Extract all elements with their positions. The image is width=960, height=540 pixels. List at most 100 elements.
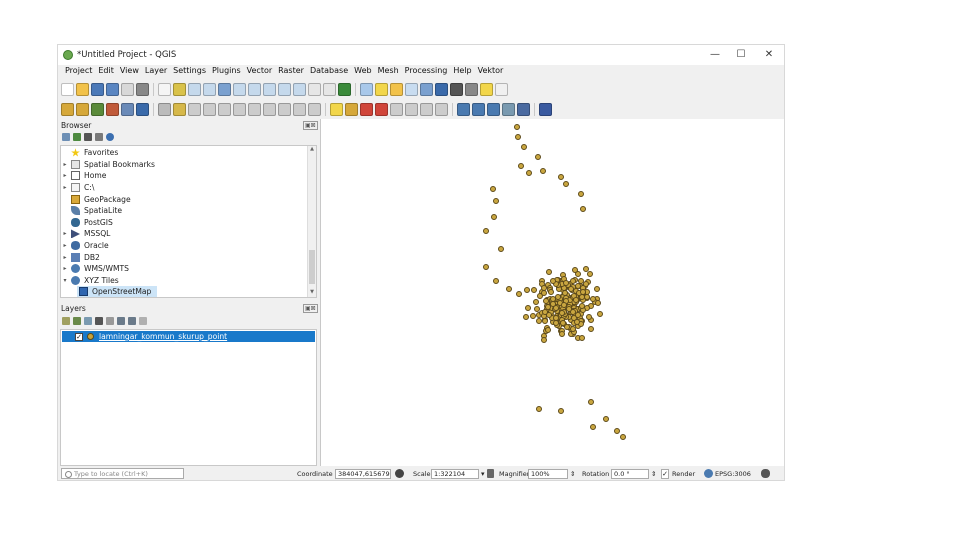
delete-selected-icon[interactable] [233,102,246,116]
tree-item-xyz-tiles[interactable]: ▾ XYZ Tiles [61,275,119,287]
copy-icon[interactable] [263,102,276,116]
refresh-icon[interactable] [73,133,81,141]
layer-visibility-checkbox[interactable]: ✓ [75,332,83,341]
menu-raster[interactable]: Raster [275,65,307,78]
current-edits-icon[interactable] [158,102,171,116]
annotation-icon[interactable] [480,82,493,96]
save-as-icon[interactable] [106,82,119,96]
vertex-tool-icon[interactable] [218,102,231,116]
show-hide-labels-icon[interactable] [375,102,388,116]
zoom-selection-icon[interactable] [233,82,246,96]
menu-settings[interactable]: Settings [170,65,209,78]
field-calculator-icon[interactable] [420,82,433,96]
layout-manager-icon[interactable] [136,82,149,96]
tree-item-home[interactable]: ▸ Home [61,170,106,182]
scroll-down-icon[interactable]: ▼ [308,289,316,297]
tree-item-wms-wmts[interactable]: ▸ WMS/WMTS [61,263,129,275]
rotate-label-icon[interactable] [405,102,418,116]
refresh-icon[interactable] [338,82,351,96]
scroll-up-icon[interactable]: ▲ [308,146,316,154]
scale-dropdown-icon[interactable]: ▾ [481,470,485,478]
collapse-arrow-icon[interactable]: ▾ [61,277,69,284]
toggle-editing-icon[interactable] [173,102,186,116]
tree-item-openstreetmap[interactable]: OpenStreetMap [77,286,158,297]
menu-edit[interactable]: Edit [95,65,117,78]
layer-row[interactable]: ✓ lamningar_kommun_skurup_point [62,331,315,342]
tree-item-postgis[interactable]: PostGIS [61,217,113,229]
expand-arrow-icon[interactable]: ▸ [61,242,69,249]
menu-plugins[interactable]: Plugins [209,65,244,78]
properties-icon[interactable] [106,133,114,141]
menu-processing[interactable]: Processing [402,65,451,78]
show-bookmarks-icon[interactable] [323,82,336,96]
wms-layer-icon[interactable] [457,102,470,116]
menu-view[interactable]: View [117,65,142,78]
deselect-icon[interactable] [390,82,403,96]
pan-icon[interactable] [158,82,171,96]
render-checkbox[interactable]: ✓ [661,469,669,479]
identify-icon[interactable] [360,82,373,96]
remove-layer-icon[interactable] [139,317,147,325]
change-label-icon[interactable] [420,102,433,116]
locator-search-input[interactable]: Type to locate (Ctrl+K) [61,468,184,479]
undo-icon[interactable] [293,102,306,116]
zoom-full-icon[interactable] [218,82,231,96]
expand-arrow-icon[interactable]: ▸ [61,254,69,261]
messages-icon[interactable] [761,469,770,478]
save-project-icon[interactable] [91,82,104,96]
rotation-stepper-icon[interactable]: ⇕ [651,470,656,478]
raster-layer-icon[interactable] [106,102,119,116]
vector-layer-icon[interactable] [91,102,104,116]
data-source-manager-icon[interactable] [61,102,74,116]
python-console-icon[interactable] [136,102,149,116]
zoom-last-icon[interactable] [278,82,291,96]
expand-arrow-icon[interactable]: ▸ [61,230,69,237]
new-project-icon[interactable] [61,82,74,96]
help-icon[interactable] [539,102,552,116]
manage-map-themes-icon[interactable] [84,317,92,325]
select-features-icon[interactable] [375,82,388,96]
expand-arrow-icon[interactable]: ▸ [61,265,69,272]
zoom-next-icon[interactable] [293,82,306,96]
menu-vector[interactable]: Vector [244,65,276,78]
pin-labels-icon[interactable] [345,102,358,116]
lock-icon[interactable] [487,469,494,478]
tree-item-geopackage[interactable]: GeoPackage [61,193,131,205]
wcs-layer-icon[interactable] [472,102,485,116]
close-button[interactable]: ✕ [756,47,782,63]
menu-layer[interactable]: Layer [142,65,170,78]
plugin-icon[interactable] [502,102,515,116]
menu-project[interactable]: Project [62,65,95,78]
toggle-extents-icon[interactable] [395,469,404,478]
add-group-icon[interactable] [73,317,81,325]
highlight-labels-icon[interactable] [360,102,373,116]
move-label-icon[interactable] [390,102,403,116]
coordinate-field[interactable]: 384047,6156793 [335,469,391,479]
open-project-icon[interactable] [76,82,89,96]
style-icon[interactable] [62,317,70,325]
rotation-spinbox[interactable]: 0.0 ° [611,469,649,479]
expand-arrow-icon[interactable]: ▸ [61,161,69,168]
menu-database[interactable]: Database [307,65,351,78]
open-attribute-table-icon[interactable] [405,82,418,96]
tree-item-c-drive[interactable]: ▸ C:\ [61,182,94,194]
map-canvas[interactable] [320,119,784,466]
tree-item-mssql[interactable]: ▸ MSSQL [61,228,110,240]
measure-icon[interactable] [465,82,478,96]
scrollbar-thumb[interactable] [309,250,315,284]
crs-globe-icon[interactable] [704,469,713,478]
filter-icon[interactable] [84,133,92,141]
processing-toolbox-icon[interactable] [435,82,448,96]
pan-to-selection-icon[interactable] [173,82,186,96]
new-temporary-layer-icon[interactable] [121,102,134,116]
save-edits-icon[interactable] [188,102,201,116]
expand-arrow-icon[interactable]: ▸ [61,184,69,191]
zoom-native-icon[interactable] [263,82,276,96]
menu-help[interactable]: Help [450,65,474,78]
magnifier-stepper-icon[interactable]: ⇕ [570,470,575,478]
wfs-layer-icon[interactable] [487,102,500,116]
scale-combobox[interactable]: 1:322104 [431,469,479,479]
paste-icon[interactable] [278,102,291,116]
new-geopackage-layer-icon[interactable] [76,102,89,116]
statistics-icon[interactable] [450,82,463,96]
